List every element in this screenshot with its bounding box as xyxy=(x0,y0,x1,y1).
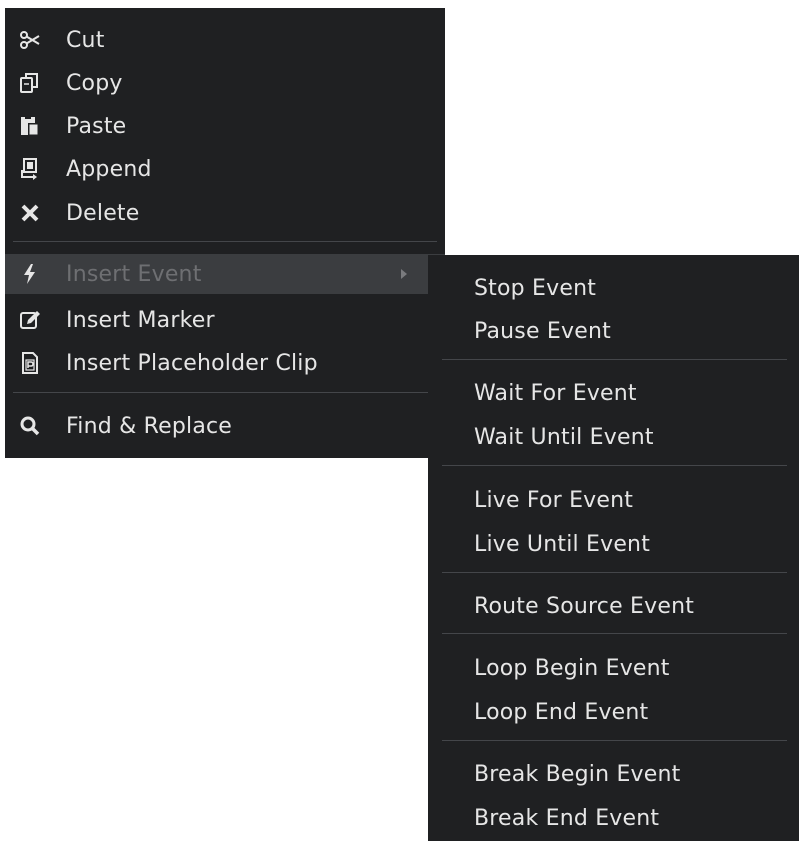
menu-item-label: Break Begin Event xyxy=(474,761,681,787)
placeholder-clip-icon xyxy=(19,352,41,374)
edit-marker-icon xyxy=(19,309,41,331)
menu-item-label: Loop Begin Event xyxy=(474,655,670,681)
submenu-item-live-until-event[interactable]: Live Until Event xyxy=(428,524,799,564)
submenu-item-loop-end-event[interactable]: Loop End Event xyxy=(428,692,799,732)
menu-item-label: Pause Event xyxy=(474,318,611,344)
menu-item-label: Append xyxy=(66,156,152,182)
menu-item-delete[interactable]: Delete xyxy=(5,193,445,233)
submenu-item-pause-event[interactable]: Pause Event xyxy=(428,311,799,351)
menu-separator xyxy=(13,241,437,242)
menu-separator xyxy=(442,465,787,466)
menu-item-cut[interactable]: Cut xyxy=(5,20,445,60)
menu-separator xyxy=(13,392,437,393)
paste-icon xyxy=(19,115,41,137)
lightning-icon xyxy=(19,263,41,285)
menu-item-label: Live For Event xyxy=(474,487,634,513)
append-icon xyxy=(19,158,41,180)
menu-separator xyxy=(442,740,787,741)
menu-item-label: Loop End Event xyxy=(474,699,649,725)
menu-item-label: Route Source Event xyxy=(474,593,695,619)
menu-item-insert-placeholder-clip[interactable]: Insert Placeholder Clip xyxy=(5,343,445,383)
magnifier-icon xyxy=(19,415,41,437)
submenu-item-loop-begin-event[interactable]: Loop Begin Event xyxy=(428,648,799,688)
menu-item-label: Wait Until Event xyxy=(474,424,654,450)
menu-item-label: Break End Event xyxy=(474,805,660,831)
menu-item-label: Paste xyxy=(66,113,127,139)
menu-item-label: Live Until Event xyxy=(474,531,651,557)
submenu-item-live-for-event[interactable]: Live For Event xyxy=(428,480,799,520)
menu-item-label: Insert Placeholder Clip xyxy=(66,350,318,376)
submenu-item-wait-until-event[interactable]: Wait Until Event xyxy=(428,417,799,457)
scissors-icon xyxy=(19,29,41,51)
menu-item-label: Find & Replace xyxy=(66,413,233,439)
submenu-item-stop-event[interactable]: Stop Event xyxy=(428,268,799,308)
menu-item-label: Insert Event xyxy=(66,261,202,287)
submenu-item-wait-for-event[interactable]: Wait For Event xyxy=(428,373,799,413)
context-menu: Cut Copy Paste Append Delete Insert Even… xyxy=(5,8,445,458)
menu-item-label: Stop Event xyxy=(474,275,597,301)
submenu-item-route-source-event[interactable]: Route Source Event xyxy=(428,586,799,626)
menu-item-paste[interactable]: Paste xyxy=(5,106,445,146)
menu-item-label: Cut xyxy=(66,27,105,53)
menu-separator xyxy=(442,572,787,573)
menu-item-label: Wait For Event xyxy=(474,380,637,406)
menu-item-label: Copy xyxy=(66,70,123,96)
copy-icon xyxy=(19,72,41,94)
menu-item-insert-marker[interactable]: Insert Marker xyxy=(5,300,445,340)
menu-item-copy[interactable]: Copy xyxy=(5,63,445,103)
submenu-arrow-icon xyxy=(401,269,407,279)
submenu-item-break-begin-event[interactable]: Break Begin Event xyxy=(428,754,799,794)
menu-separator xyxy=(442,359,787,360)
menu-item-insert-event[interactable]: Insert Event xyxy=(5,254,445,294)
insert-event-submenu: Stop Event Pause Event Wait For Event Wa… xyxy=(428,255,799,841)
menu-separator xyxy=(442,633,787,634)
delete-x-icon xyxy=(19,202,41,224)
menu-item-find-replace[interactable]: Find & Replace xyxy=(5,406,445,446)
submenu-item-break-end-event[interactable]: Break End Event xyxy=(428,798,799,838)
menu-item-append[interactable]: Append xyxy=(5,149,445,189)
menu-item-label: Delete xyxy=(66,200,140,226)
menu-item-label: Insert Marker xyxy=(66,307,215,333)
